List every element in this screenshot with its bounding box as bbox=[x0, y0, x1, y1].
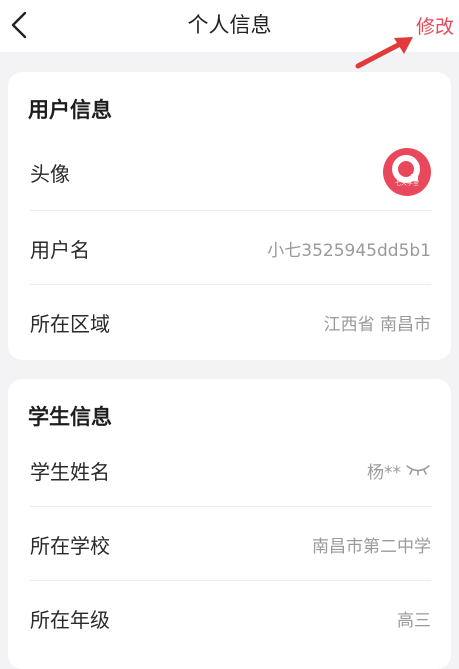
divider bbox=[30, 506, 431, 507]
student-name-label: 学生姓名 bbox=[30, 459, 110, 484]
user-info-title: 用户信息 bbox=[28, 98, 112, 122]
divider bbox=[30, 580, 431, 581]
user-info-card: 用户信息 头像 七天学堂 用户名 小七3525945dd5b1 所在区域 江西省… bbox=[8, 72, 451, 360]
student-name-value: 杨** bbox=[367, 462, 401, 483]
avatar-row[interactable]: 头像 七天学堂 bbox=[8, 136, 451, 208]
app-logo-icon bbox=[392, 155, 420, 183]
student-name-row[interactable]: 学生姓名 杨** bbox=[8, 435, 451, 505]
username-value: 小七3525945dd5b1 bbox=[267, 240, 431, 261]
eye-closed-icon bbox=[406, 465, 430, 476]
divider bbox=[30, 210, 431, 211]
school-row[interactable]: 所在学校 南昌市第二中学 bbox=[8, 508, 451, 580]
region-value: 江西省 南昌市 bbox=[323, 314, 431, 335]
student-name-value-group: 杨** bbox=[367, 458, 431, 483]
grade-label: 所在年级 bbox=[30, 607, 110, 632]
grade-value: 高三 bbox=[397, 610, 431, 631]
red-arrow-annotation bbox=[355, 37, 413, 69]
username-row[interactable]: 用户名 小七3525945dd5b1 bbox=[8, 212, 451, 284]
avatar-logo-text: 七天学堂 bbox=[394, 180, 419, 187]
username-label: 用户名 bbox=[30, 237, 90, 262]
region-label: 所在区域 bbox=[30, 311, 110, 336]
region-row[interactable]: 所在区域 江西省 南昌市 bbox=[8, 286, 451, 358]
school-value: 南昌市第二中学 bbox=[312, 536, 431, 557]
student-info-card: 学生信息 学生姓名 杨** 所在学校 南昌市第二中学 所在年级 高三 bbox=[8, 379, 451, 669]
school-label: 所在学校 bbox=[30, 533, 110, 558]
divider bbox=[30, 284, 431, 285]
show-name-toggle[interactable] bbox=[405, 462, 431, 478]
student-info-title: 学生信息 bbox=[28, 405, 112, 429]
avatar[interactable]: 七天学堂 bbox=[383, 148, 431, 196]
edit-button[interactable]: 修改 bbox=[416, 12, 454, 39]
avatar-label: 头像 bbox=[30, 161, 70, 186]
grade-row[interactable]: 所在年级 高三 bbox=[8, 582, 451, 654]
